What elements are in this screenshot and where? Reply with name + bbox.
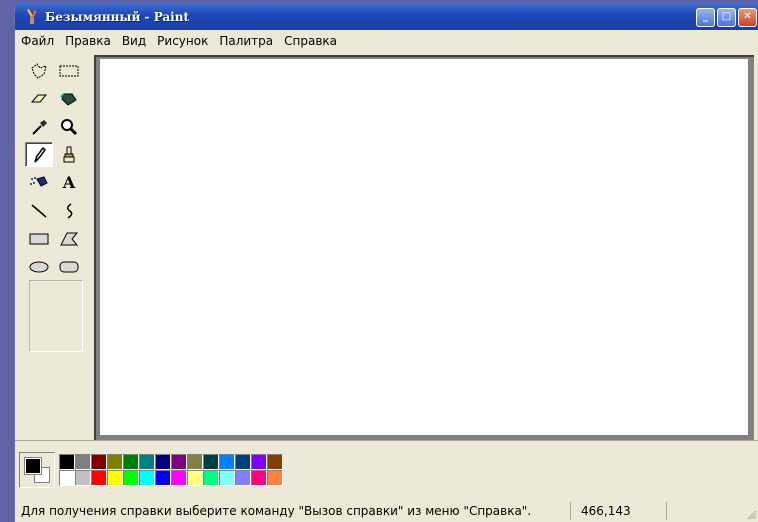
menu-bar: Файл Правка Вид Рисунок Палитра Справка — [15, 30, 758, 52]
line-tool[interactable] — [25, 198, 53, 223]
color-swatch[interactable] — [91, 470, 107, 486]
status-coordinates: 466,143 — [570, 501, 666, 520]
rectangle-tool[interactable] — [25, 226, 53, 251]
color-swatch[interactable] — [267, 454, 283, 470]
airbrush-tool[interactable] — [25, 170, 53, 195]
fill-bucket-icon — [60, 92, 77, 106]
toolbox: A — [21, 56, 85, 434]
color-swatch[interactable] — [267, 470, 283, 486]
pick-color-tool[interactable] — [25, 114, 53, 139]
rect-select-tool[interactable] — [55, 58, 83, 83]
brush-icon — [63, 146, 75, 162]
color-swatch[interactable] — [139, 454, 155, 470]
text-tool[interactable]: A — [55, 170, 83, 195]
eraser-icon — [30, 94, 48, 102]
tool-options-box[interactable] — [29, 280, 83, 352]
menu-help[interactable]: Справка — [278, 34, 342, 48]
free-select-icon — [31, 62, 47, 79]
fill-tool[interactable] — [55, 86, 83, 111]
line-icon — [31, 203, 47, 218]
status-bar: Для получения справки выберите команду "… — [15, 499, 758, 522]
color-swatch[interactable] — [123, 454, 139, 470]
color-swatch[interactable] — [235, 470, 251, 486]
rounded-rectangle-tool[interactable] — [55, 254, 83, 279]
color-swatch[interactable] — [123, 470, 139, 486]
close-icon[interactable]: ✕ — [738, 8, 757, 27]
polygon-icon — [60, 232, 79, 245]
color-swatch[interactable] — [171, 454, 187, 470]
foreground-color-swatch — [24, 457, 42, 475]
pencil-icon — [34, 146, 46, 163]
ellipse-icon — [29, 261, 49, 272]
rect-select-icon — [59, 65, 79, 76]
text-icon: A — [62, 173, 76, 192]
brush-tool[interactable] — [55, 142, 83, 167]
menu-colors[interactable]: Палитра — [213, 34, 278, 48]
drawing-canvas[interactable] — [100, 59, 748, 435]
title-bar[interactable]: Безымянный - Paint _ □ ✕ — [15, 4, 758, 30]
status-help-text: Для получения справки выберите команду "… — [21, 503, 532, 518]
color-swatch[interactable] — [75, 470, 91, 486]
palette-swatches — [59, 454, 283, 486]
title-buttons: _ □ ✕ — [696, 8, 757, 27]
color-swatch[interactable] — [171, 470, 187, 486]
menu-edit[interactable]: Правка — [59, 34, 116, 48]
ellipse-tool[interactable] — [25, 254, 53, 279]
curve-icon — [67, 202, 73, 219]
color-swatch[interactable] — [203, 454, 219, 470]
color-swatch[interactable] — [155, 454, 171, 470]
polygon-tool[interactable] — [55, 226, 83, 251]
color-swatch[interactable] — [187, 470, 203, 486]
menu-image[interactable]: Рисунок — [151, 34, 213, 48]
menu-file[interactable]: Файл — [15, 34, 59, 48]
color-swatch[interactable] — [187, 454, 203, 470]
color-palette — [15, 440, 758, 497]
color-swatch[interactable] — [203, 470, 219, 486]
maximize-icon[interactable]: □ — [717, 8, 736, 27]
menu-view[interactable]: Вид — [116, 34, 151, 48]
color-swatch[interactable] — [235, 454, 251, 470]
color-swatch[interactable] — [251, 454, 267, 470]
canvas-area — [94, 55, 754, 440]
color-swatch[interactable] — [251, 470, 267, 486]
color-swatch[interactable] — [139, 470, 155, 486]
free-form-select-tool[interactable] — [25, 58, 53, 83]
status-size-panel — [666, 501, 758, 520]
color-swatch[interactable] — [219, 454, 235, 470]
color-swatch[interactable] — [91, 454, 107, 470]
paint-brush-icon — [27, 9, 37, 24]
airbrush-icon — [30, 175, 48, 187]
paint-window: Безымянный - Paint _ □ ✕ Файл Правка Вид… — [14, 4, 758, 522]
current-colors[interactable] — [19, 452, 55, 488]
window-title: Безымянный - Paint — [45, 10, 189, 24]
color-swatch[interactable] — [75, 454, 91, 470]
minimize-icon[interactable]: _ — [696, 8, 715, 27]
resize-grip-icon[interactable] — [747, 510, 757, 520]
magnifier-tool[interactable] — [55, 114, 83, 139]
color-swatch[interactable] — [107, 454, 123, 470]
color-swatch[interactable] — [219, 470, 235, 486]
color-swatch[interactable] — [59, 454, 75, 470]
rectangle-icon — [29, 233, 49, 244]
eyedropper-icon — [32, 119, 47, 135]
magnifier-icon — [61, 118, 78, 135]
eraser-tool[interactable] — [25, 86, 53, 111]
pencil-tool[interactable] — [25, 142, 53, 167]
color-swatch[interactable] — [155, 470, 171, 486]
color-swatch[interactable] — [107, 470, 123, 486]
curve-tool[interactable] — [55, 198, 83, 223]
rounded-rect-icon — [59, 261, 79, 272]
color-swatch[interactable] — [59, 470, 75, 486]
